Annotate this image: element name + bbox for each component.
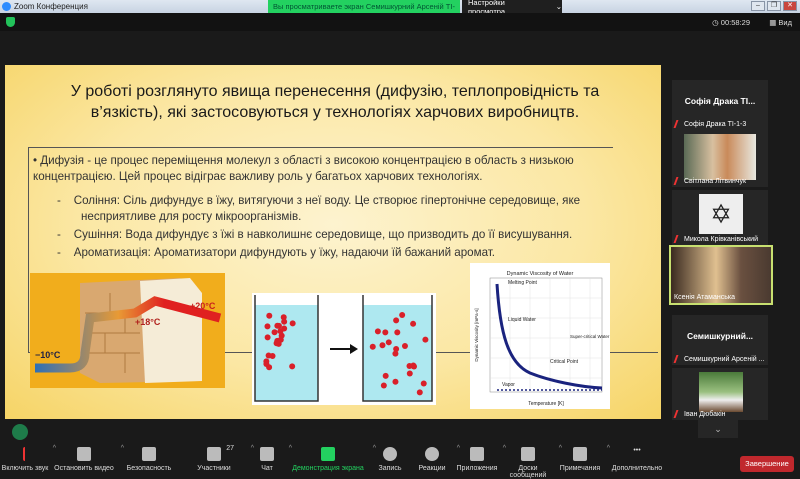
bullet-flavoring: - Ароматизація: Ароматизатори дифундують… <box>57 246 496 259</box>
participant-tile[interactable]: Іван Дюбакін <box>672 368 768 420</box>
video-icon <box>77 447 91 461</box>
window-title: Zoom Конференция <box>14 2 88 11</box>
participant-video <box>699 372 743 412</box>
participant-name: Микола Крівканівський <box>684 235 758 243</box>
toolbar-label: Приложения <box>456 465 498 472</box>
toolbar-chat-button[interactable]: Чат ^ <box>248 445 292 479</box>
timer-value: 00:58:29 <box>720 17 750 27</box>
toolbar-video-button[interactable]: Остановить видео ^ <box>50 445 124 479</box>
toolbar-mic-muted-button[interactable]: Включить звук ^ <box>0 445 56 479</box>
share-banner: Вы просматриваете экран Семишкурний Арсе… <box>268 0 460 13</box>
active-speaker-tile[interactable]: Ксенія Атаманська <box>669 245 773 305</box>
liquid-water-label: Liquid Water <box>508 317 536 323</box>
minimize-button[interactable]: – <box>751 1 765 11</box>
chat-icon <box>260 447 274 461</box>
viscosity-chart-image: Dynamic Viscosity of Water Melting Point… <box>470 263 610 409</box>
notes-icon <box>573 447 587 461</box>
toolbar-label: Безопасность <box>126 465 172 472</box>
toolbar-label: Реакции <box>418 465 446 472</box>
toolbar-label: Включить звук <box>1 465 49 472</box>
toolbar-record-button[interactable]: Запись <box>370 445 410 479</box>
toolbar-label: Чат <box>261 465 273 472</box>
mic-muted-icon <box>673 355 683 363</box>
participant-big-name: Семишкурний... <box>686 331 754 341</box>
toolbar-label: Демонстрация экрана <box>292 465 364 472</box>
participant-count: 27 <box>226 445 234 452</box>
meeting-toolbar: Включить звук ^ Остановить видео ^ Безопасно… <box>0 445 800 479</box>
participant-name: Іван Дюбакін <box>684 410 726 418</box>
toolbar-label: Запись <box>378 465 402 472</box>
participant-name: Семишкурний Арсеній ... <box>684 355 765 363</box>
chevron-down-icon: ⌄ <box>555 2 562 11</box>
melting-point-label: Melting Point <box>508 280 538 286</box>
hot-temp-label: +20°C <box>190 301 216 311</box>
view-settings-button[interactable]: Настройки просмотра ⌄ <box>462 0 562 16</box>
more-icon: ••• <box>633 447 641 454</box>
toolbar-label: Остановить видео <box>54 465 114 472</box>
zoom-logo-icon <box>2 2 11 11</box>
participant-tile[interactable]: Семишкурний... Семишкурний Арсеній ... <box>672 315 768 365</box>
apps-icon <box>470 447 484 461</box>
share-screen-icon <box>321 447 335 461</box>
toolbar-share-screen-button[interactable]: Демонстрация экрана ^ <box>286 445 376 479</box>
toolbar-label: Дополнительно <box>611 465 663 472</box>
toolbar-participants-button[interactable]: Участники 27 ^ <box>180 445 254 479</box>
mic-muted-icon <box>673 235 683 243</box>
annotate-pencil-icon[interactable] <box>12 424 28 440</box>
reactions-icon <box>425 447 439 461</box>
meeting-timer: ◷ 00:58:29 <box>712 17 750 27</box>
toolbar-reactions-button[interactable]: Реакции ^ <box>410 445 460 479</box>
restore-button[interactable]: ❐ <box>767 1 781 11</box>
mic-muted-icon <box>23 447 27 461</box>
scroll-down-chevron-icon[interactable]: ⌄ <box>698 420 738 438</box>
mic-muted-icon <box>673 177 683 185</box>
close-button[interactable]: ✕ <box>783 1 797 11</box>
wall-heat-conduction-image: +20°C +18°C −10°C <box>30 273 225 388</box>
y-axis-label: Dynamic Viscosity [mPa·s] <box>474 308 479 361</box>
view-button[interactable]: ▦ Вид <box>769 18 792 27</box>
mid-temp-label: +18°C <box>135 317 161 327</box>
bullet-salting: - Соління: Сіль дифундує в їжу, витягуюч… <box>57 194 581 223</box>
participant-name: Ксенія Атаманська <box>674 294 735 301</box>
participant-big-name: Софія Драка ТІ... <box>684 96 756 106</box>
mic-muted-icon <box>673 120 683 128</box>
record-icon <box>383 447 397 461</box>
participant-tile[interactable]: ✡ Микола Крівканівський <box>672 190 768 245</box>
shared-slide: У роботі розглянуто явища перенесення (д… <box>5 65 661 419</box>
end-meeting-button[interactable]: Завершение <box>740 456 794 472</box>
participant-tile[interactable]: Софія Драка ТІ... Софія Драка ТІ-1-3 <box>672 80 768 130</box>
diffusion-definition: • Дифузія - це процес переміщення молеку… <box>33 154 574 183</box>
participant-name: Світлана Літвинчук <box>684 177 747 185</box>
supercritical-label: Super-critical Water <box>570 334 610 339</box>
x-axis-label: Temperature [K] <box>528 401 564 407</box>
meeting-top-bar: ◷ 00:58:29 ▦ Вид <box>0 13 800 31</box>
vapor-label: Vapor <box>502 382 515 388</box>
slide-title: У роботі розглянуто явища перенесення (д… <box>70 83 600 121</box>
toolbar-shield-button[interactable]: Безопасность <box>118 445 180 479</box>
toolbar-whiteboard-button[interactable]: Доски сообщений ^ <box>500 445 562 479</box>
participants-icon <box>207 447 221 461</box>
encryption-shield-icon[interactable] <box>6 17 15 27</box>
toolbar-label: Доски сообщений <box>509 465 547 479</box>
toolbar-label: Участники <box>197 465 231 472</box>
viscosity-title: Dynamic Viscosity of Water <box>507 271 574 277</box>
diffusion-beakers-image <box>252 293 436 405</box>
whiteboard-icon <box>521 447 535 461</box>
view-label: Вид <box>778 17 792 27</box>
toolbar-more-button[interactable]: ••• Дополнительно <box>604 445 670 479</box>
slide-body: • Дифузія - це процес переміщення молеку… <box>33 153 613 261</box>
participant-name: Софія Драка ТІ-1-3 <box>684 120 747 128</box>
cold-temp-label: −10°C <box>35 350 61 360</box>
toolbar-notes-button[interactable]: Примечания ^ <box>556 445 610 479</box>
participant-tile[interactable]: Світлана Літвинчук <box>672 130 768 187</box>
critical-point-label: Critical Point <box>550 359 579 365</box>
window-controls: – ❐ ✕ <box>751 1 797 11</box>
shield-icon <box>142 447 156 461</box>
toolbar-label: Примечания <box>559 465 601 472</box>
bullet-drying: - Сушіння: Вода дифундує з їжі в навколи… <box>57 228 573 241</box>
participant-video <box>684 134 756 180</box>
mic-muted-icon <box>673 410 683 418</box>
participant-avatar: ✡ <box>699 194 743 234</box>
toolbar-apps-button[interactable]: Приложения ^ <box>454 445 506 479</box>
